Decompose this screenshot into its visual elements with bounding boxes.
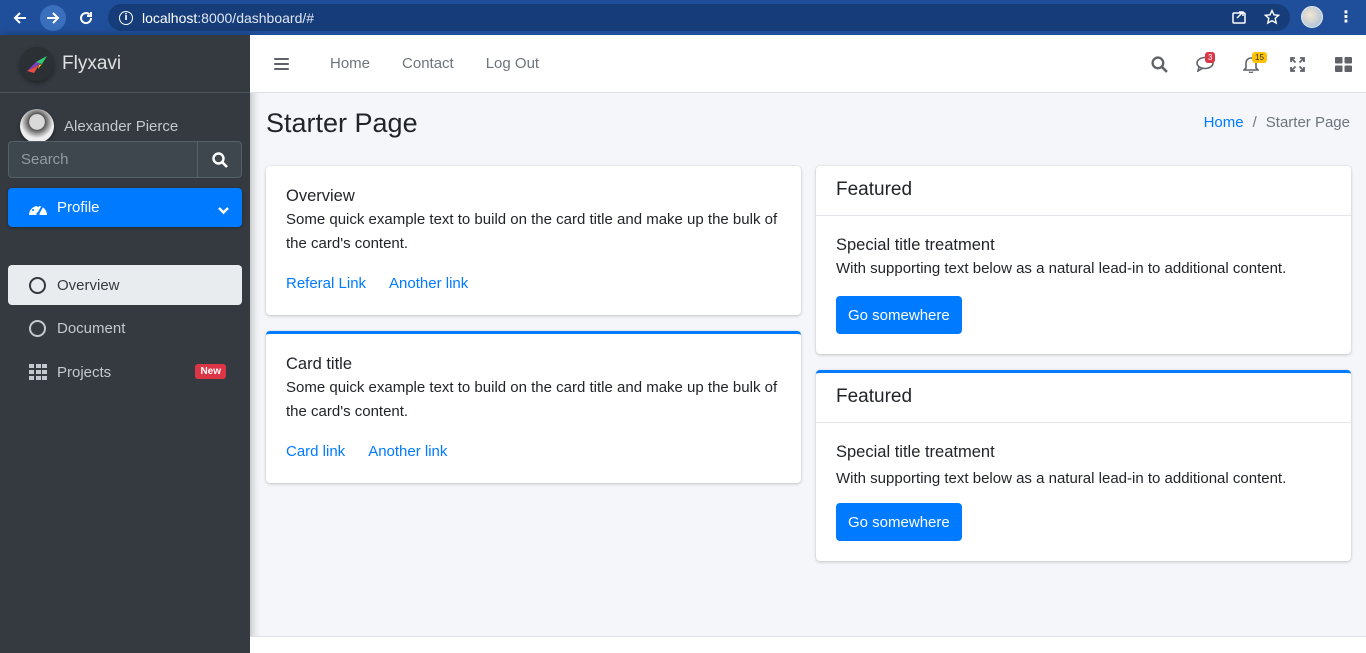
reload-icon [80,11,93,24]
sidebar-item-profile[interactable]: Profile [8,188,242,227]
featured-card: Featured Special title treatment With su… [816,370,1351,561]
brand-link[interactable]: Flyxavi [0,35,250,93]
card-links: Card link Another link [286,443,447,460]
page-title: Starter Page [266,108,418,138]
browser-toolbar: i localhost:8000/dashboard/# ⋮ [0,0,1366,35]
reload-button[interactable] [73,5,99,31]
back-button[interactable] [7,5,33,31]
th-grid-icon [29,364,47,380]
card-title-card: Card title Some quick example text to bu… [266,331,801,483]
sidebar-item-label: Document [57,319,126,337]
messages-count-badge: 3 [1205,52,1216,63]
nav-link-contact[interactable]: Contact [402,55,454,72]
card-header: Featured [816,373,1351,423]
featured-card: Featured Special title treatment With su… [816,166,1351,354]
card-title: Special title treatment [836,443,995,461]
footer [250,636,1366,653]
card-text: With supporting text below as a natural … [836,470,1287,487]
top-navbar: Home Contact Log Out 3 15 [250,35,1366,93]
card-links: Referal Link Another link [286,275,468,292]
search-icon [1150,55,1168,73]
address-bar[interactable]: i localhost:8000/dashboard/# [108,4,1290,31]
control-sidebar-button[interactable] [1320,35,1366,93]
browser-profile-avatar[interactable] [1301,6,1323,28]
forward-button[interactable] [40,4,66,31]
sidebar-item-label: Projects [57,363,112,381]
url-text[interactable]: localhost:8000/dashboard/# [142,10,314,26]
browser-menu-icon[interactable]: ⋮ [1338,9,1354,25]
sidebar-item-document[interactable]: Document [8,308,242,348]
go-somewhere-button[interactable]: Go somewhere [836,503,962,541]
circle-icon [29,319,46,337]
sidebar-search [8,141,242,178]
brand-logo-icon [20,46,54,81]
card-header-title: Featured [836,179,913,200]
card-text: Some quick example text to build on the … [286,211,778,252]
star-icon[interactable] [1263,8,1281,26]
sidebar-item-label: Overview [57,276,120,294]
fullscreen-button[interactable] [1274,35,1320,93]
search-icon [211,151,228,168]
card-header-title: Featured [836,386,913,407]
site-info-icon[interactable]: i [119,10,133,25]
overview-card: Overview Some quick example text to buil… [266,166,801,315]
card-link[interactable]: Referal Link [286,275,366,292]
nav-link-logout[interactable]: Log Out [486,55,539,72]
card-text: Some quick example text to build on the … [286,379,778,420]
messages-button[interactable]: 3 [1182,35,1228,93]
card-header: Featured [816,166,1351,216]
breadcrumb-current: Starter Page [1265,114,1350,131]
sidebar-search-input[interactable] [8,141,197,178]
user-name[interactable]: Alexander Pierce [64,118,178,135]
share-icon[interactable] [1230,8,1248,26]
circle-icon [29,276,46,294]
card-text: With supporting text below as a natural … [836,260,1287,277]
card-title: Card title [286,355,353,373]
navbar-right-icons: 3 15 [1136,35,1366,93]
go-somewhere-button[interactable]: Go somewhere [836,296,962,334]
arrow-right-icon [47,11,60,24]
card-link[interactable]: Card link [286,443,345,460]
card-title: Overview [286,187,355,205]
chevron-down-icon [218,200,229,219]
expand-arrows-icon [1289,56,1305,72]
new-badge: New [195,364,226,379]
notifications-button[interactable]: 15 [1228,35,1274,93]
sidebar-search-button[interactable] [197,141,242,178]
sidebar-item-label: Profile [57,199,100,216]
menu-toggle-icon[interactable] [274,57,289,70]
breadcrumb: Home / Starter Page [1204,114,1350,131]
user-avatar[interactable] [20,109,54,143]
notifications-count-badge: 15 [1252,52,1267,63]
nav-link-home[interactable]: Home [330,55,370,72]
breadcrumb-separator: / [1252,114,1257,131]
card-link[interactable]: Another link [368,443,447,460]
url-path: :8000/dashboard/# [197,9,315,26]
url-host: localhost [142,9,198,26]
sidebar-item-overview[interactable]: Overview [8,265,242,305]
navbar-search-button[interactable] [1136,35,1182,93]
sidebar-item-projects[interactable]: Projects New [8,352,242,392]
th-large-icon [1334,56,1352,72]
card-title: Special title treatment [836,236,995,254]
breadcrumb-home-link[interactable]: Home [1204,114,1244,131]
tachometer-icon [28,199,48,217]
card-link[interactable]: Another link [389,275,468,292]
brand-name: Flyxavi [62,52,122,74]
arrow-left-icon [13,11,26,24]
